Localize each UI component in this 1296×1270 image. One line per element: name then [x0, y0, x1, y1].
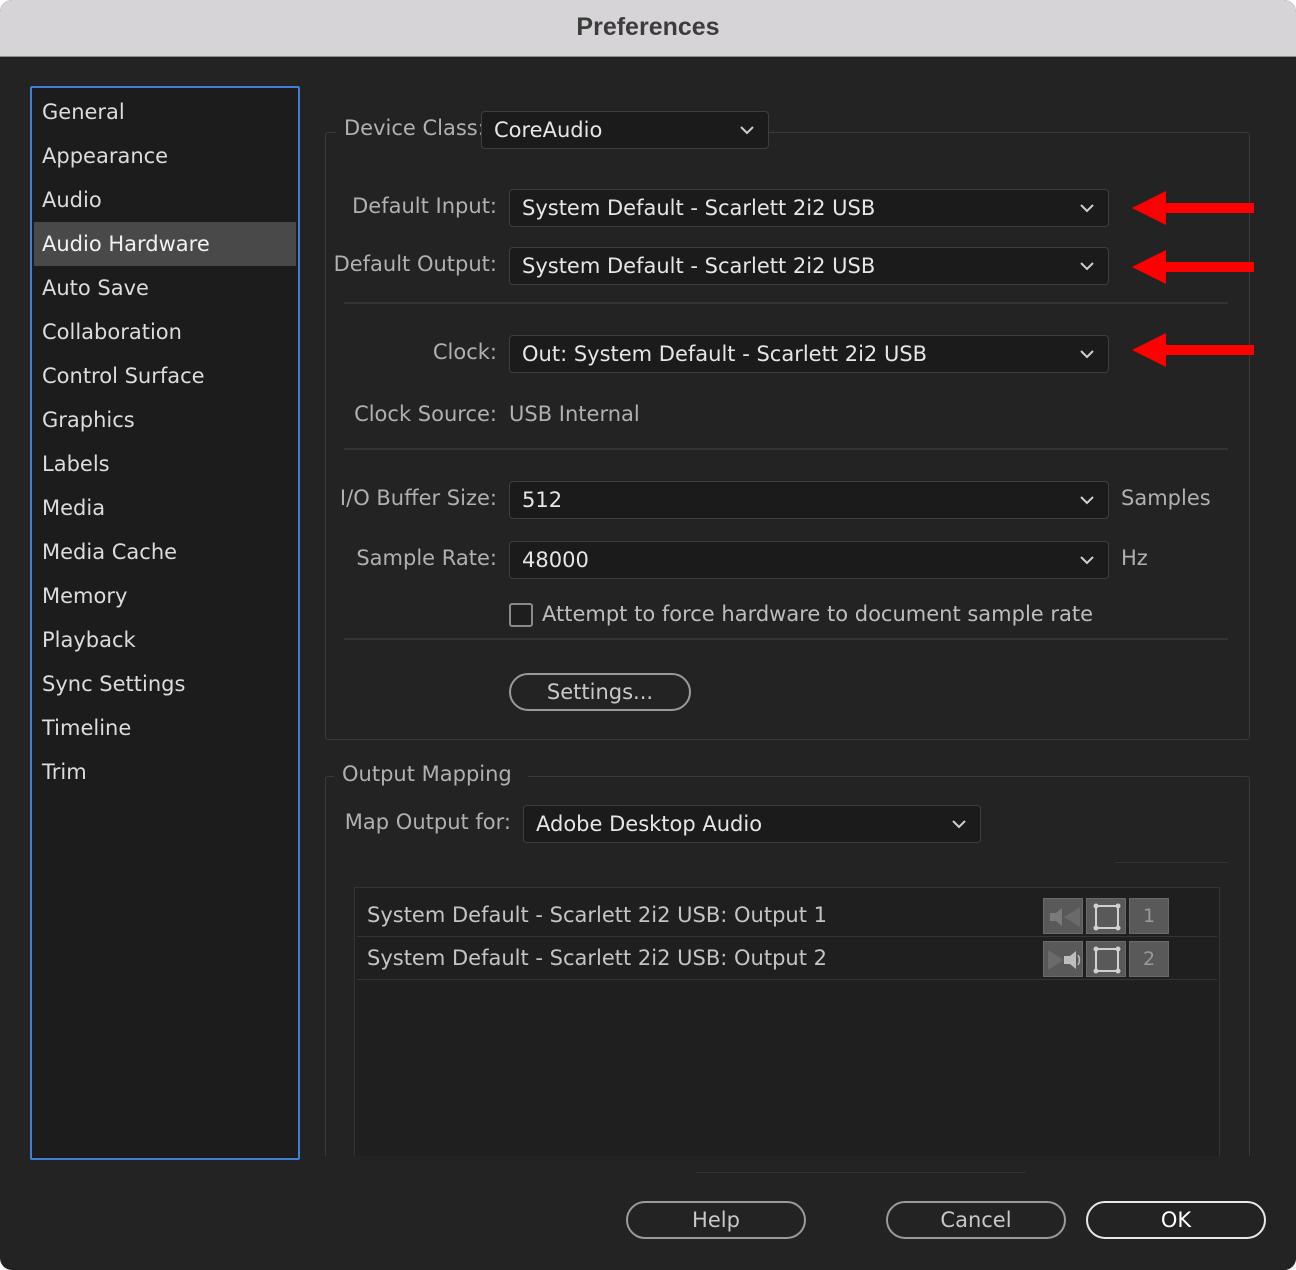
ok-button[interactable]: OK — [1086, 1201, 1266, 1239]
default-input-value: System Default - Scarlett 2i2 USB — [522, 196, 876, 220]
chevron-down-icon — [1080, 204, 1094, 213]
channel-number[interactable]: 1 — [1129, 898, 1169, 934]
divider — [344, 302, 1228, 304]
sidebar-item-media[interactable]: Media — [34, 486, 296, 530]
sidebar-item-memory[interactable]: Memory — [34, 574, 296, 618]
divider — [344, 448, 1228, 450]
chevron-down-icon — [1080, 556, 1094, 565]
window-title: Preferences — [0, 0, 1296, 57]
map-output-for-label: Map Output for: — [344, 810, 511, 834]
force-sample-rate-label[interactable]: Attempt to force hardware to document sa… — [542, 602, 1093, 626]
default-output-dropdown[interactable]: System Default - Scarlett 2i2 USB — [509, 247, 1109, 285]
sidebar-item-playback[interactable]: Playback — [34, 618, 296, 662]
list-item: System Default - Scarlett 2i2 USB: Outpu… — [357, 894, 1217, 937]
device-class-dropdown[interactable]: CoreAudio — [481, 111, 769, 149]
buffer-size-value: 512 — [522, 488, 563, 512]
sidebar-item-timeline[interactable]: Timeline — [34, 706, 296, 750]
map-output-for-dropdown[interactable]: Adobe Desktop Audio — [523, 805, 981, 843]
output-channel-label: System Default - Scarlett 2i2 USB: Outpu… — [367, 903, 827, 927]
default-output-label: Default Output: — [333, 252, 497, 276]
sidebar-item-collaboration[interactable]: Collaboration — [34, 310, 296, 354]
clock-source-value: USB Internal — [509, 402, 640, 426]
cancel-button[interactable]: Cancel — [886, 1201, 1066, 1239]
preferences-window: Preferences General Appearance Audio Aud… — [0, 0, 1296, 1270]
sample-rate-unit: Hz — [1121, 546, 1148, 570]
default-input-label: Default Input: — [352, 194, 497, 218]
output-mapping-title: Output Mapping — [334, 762, 528, 786]
red-arrow-icon — [1132, 250, 1254, 284]
divider — [1115, 862, 1228, 863]
preferences-sidebar: General Appearance Audio Audio Hardware … — [30, 86, 300, 1160]
output-mapping-list: System Default - Scarlett 2i2 USB: Outpu… — [354, 887, 1220, 1167]
map-output-for-value: Adobe Desktop Audio — [536, 812, 763, 836]
clock-source-label: Clock Source: — [354, 402, 497, 426]
list-item: System Default - Scarlett 2i2 USB: Outpu… — [357, 937, 1217, 980]
sidebar-item-general[interactable]: General — [34, 90, 296, 134]
sidebar-item-media-cache[interactable]: Media Cache — [34, 530, 296, 574]
sample-rate-value: 48000 — [522, 548, 589, 572]
divider — [344, 638, 1228, 640]
divider — [696, 1172, 1026, 1173]
default-input-dropdown[interactable]: System Default - Scarlett 2i2 USB — [509, 189, 1109, 227]
speaker-left-icon[interactable] — [1043, 898, 1083, 934]
output-channel-label: System Default - Scarlett 2i2 USB: Outpu… — [367, 946, 827, 970]
sidebar-item-audio[interactable]: Audio — [34, 178, 296, 222]
speaker-right-icon[interactable] — [1043, 941, 1083, 977]
frame-icon[interactable] — [1086, 898, 1126, 934]
red-arrow-icon — [1132, 333, 1254, 367]
buffer-size-unit: Samples — [1121, 486, 1211, 510]
sidebar-item-graphics[interactable]: Graphics — [34, 398, 296, 442]
sample-rate-label: Sample Rate: — [356, 546, 497, 570]
chevron-down-icon — [1080, 350, 1094, 359]
clock-dropdown[interactable]: Out: System Default - Scarlett 2i2 USB — [509, 335, 1109, 373]
buffer-size-label: I/O Buffer Size: — [339, 486, 497, 510]
chevron-down-icon — [1080, 496, 1094, 505]
help-button[interactable]: Help — [626, 1201, 806, 1239]
clock-label: Clock: — [432, 340, 497, 364]
sample-rate-dropdown[interactable]: 48000 — [509, 541, 1109, 579]
frame-icon[interactable] — [1086, 941, 1126, 977]
sidebar-item-sync-settings[interactable]: Sync Settings — [34, 662, 296, 706]
red-arrow-icon — [1132, 191, 1254, 225]
channel-number[interactable]: 2 — [1129, 941, 1169, 977]
sidebar-item-appearance[interactable]: Appearance — [34, 134, 296, 178]
force-sample-rate-checkbox[interactable] — [509, 603, 533, 627]
default-output-value: System Default - Scarlett 2i2 USB — [522, 254, 876, 278]
sidebar-item-trim[interactable]: Trim — [34, 750, 296, 794]
device-class-label: Device Class: — [336, 116, 493, 140]
sidebar-item-audio-hardware[interactable]: Audio Hardware — [34, 222, 296, 266]
clock-value: Out: System Default - Scarlett 2i2 USB — [522, 342, 928, 366]
sidebar-item-labels[interactable]: Labels — [34, 442, 296, 486]
chevron-down-icon — [952, 820, 966, 829]
sidebar-item-control-surface[interactable]: Control Surface — [34, 354, 296, 398]
buffer-size-dropdown[interactable]: 512 — [509, 481, 1109, 519]
device-class-value: CoreAudio — [494, 118, 603, 142]
settings-button[interactable]: Settings... — [509, 673, 691, 711]
sidebar-item-auto-save[interactable]: Auto Save — [34, 266, 296, 310]
chevron-down-icon — [740, 126, 754, 135]
chevron-down-icon — [1080, 262, 1094, 271]
